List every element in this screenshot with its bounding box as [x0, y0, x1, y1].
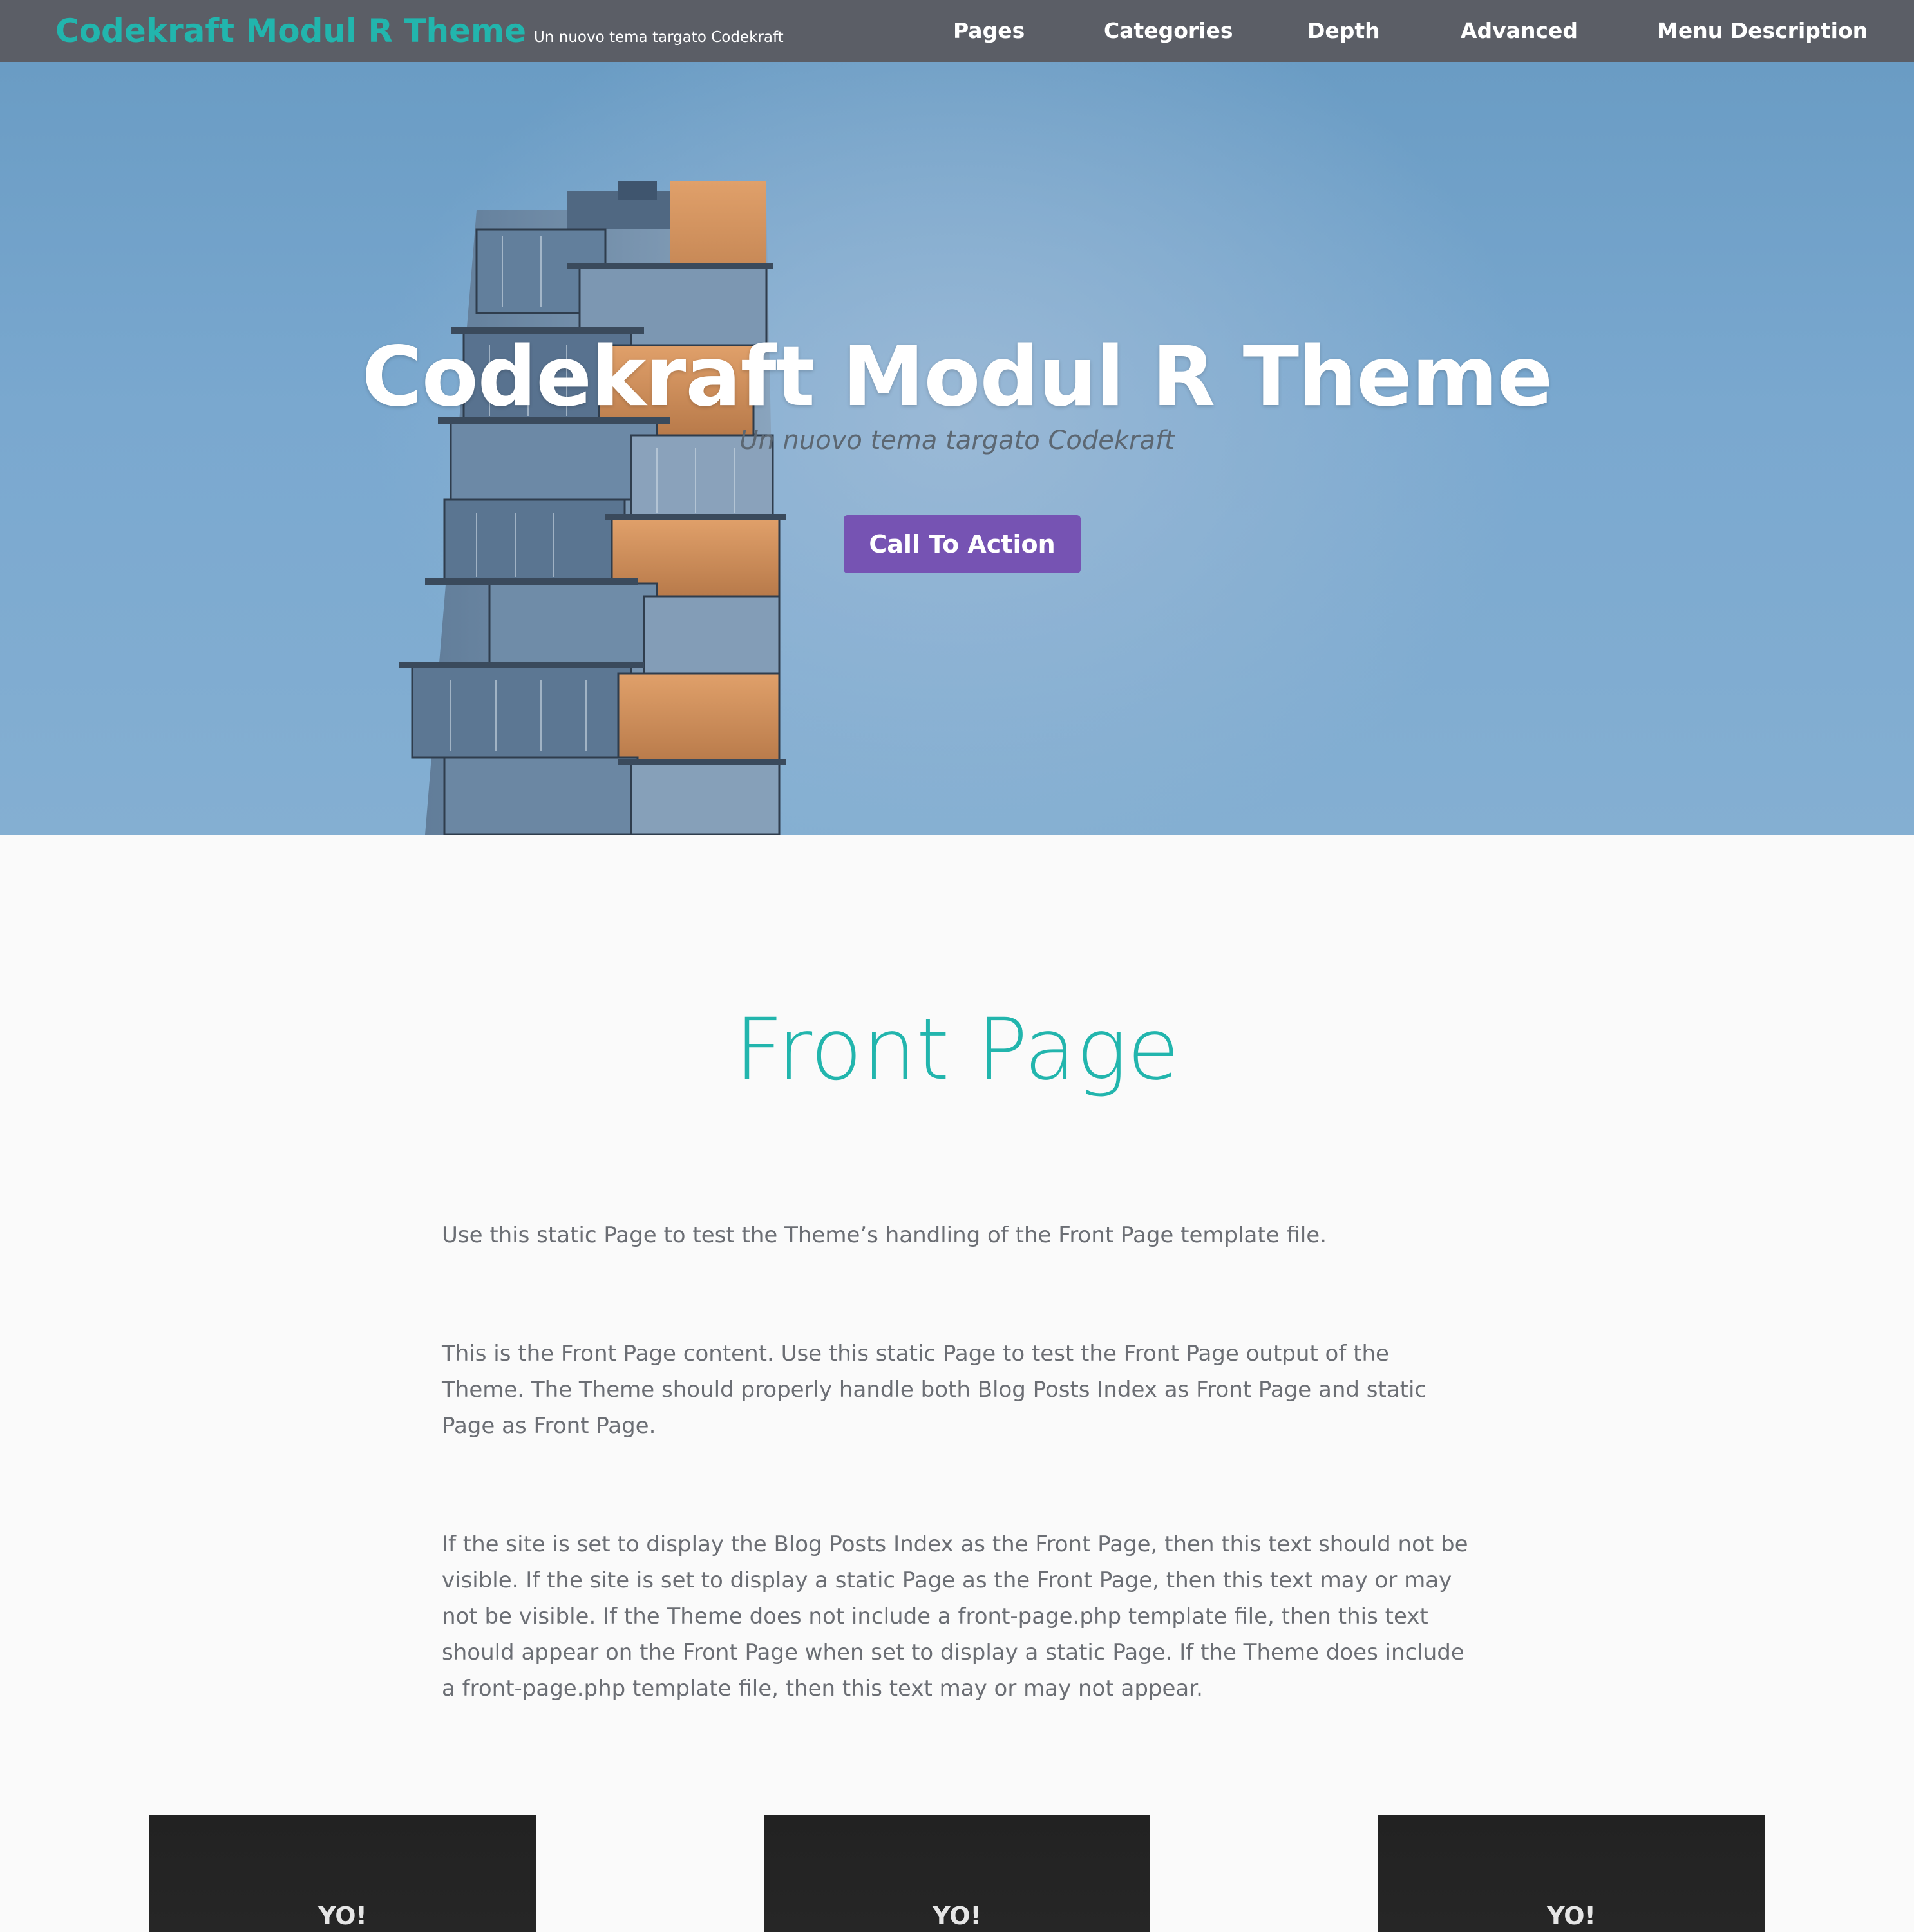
- content-paragraph: If the site is set to display the Blog P…: [442, 1531, 1468, 1701]
- card-label: YO!: [318, 1902, 367, 1930]
- hero-section: Codekraft Modul R Theme Un nuovo tema ta…: [0, 62, 1914, 835]
- card-label: YO!: [933, 1902, 981, 1930]
- nav-item-categories[interactable]: Categories: [1104, 0, 1233, 62]
- page-content: Use this static Page to test the Theme’s…: [442, 1217, 1472, 1789]
- site-title-link[interactable]: Codekraft Modul R Theme: [55, 9, 526, 53]
- content-paragraph: This is the Front Page content. Use this…: [442, 1341, 1427, 1439]
- call-to-action-button[interactable]: Call To Action: [844, 515, 1081, 573]
- nav-item-advanced[interactable]: Advanced: [1461, 0, 1578, 62]
- feature-card[interactable]: YO!: [764, 1815, 1150, 1932]
- feature-card[interactable]: YO!: [1378, 1815, 1765, 1932]
- content-paragraph: Use this static Page to test the Theme’s…: [442, 1222, 1327, 1248]
- card-label: YO!: [1547, 1902, 1596, 1930]
- nav-item-menu-description[interactable]: Menu Description: [1657, 0, 1868, 62]
- nav-item-depth[interactable]: Depth: [1307, 0, 1380, 62]
- site-header: Codekraft Modul R Theme Un nuovo tema ta…: [0, 0, 1914, 62]
- hero-subtitle: Un nuovo tema targato Codekraft: [739, 426, 1175, 455]
- site-branding: Codekraft Modul R Theme Un nuovo tema ta…: [55, 9, 784, 53]
- page-title: Front Page: [734, 1000, 1180, 1099]
- feature-card[interactable]: YO!: [149, 1815, 536, 1932]
- nav-item-pages[interactable]: Pages: [953, 0, 1025, 62]
- site-tagline: Un nuovo tema targato Codekraft: [534, 29, 784, 46]
- hero-title: Codekraft Modul R Theme: [361, 329, 1553, 425]
